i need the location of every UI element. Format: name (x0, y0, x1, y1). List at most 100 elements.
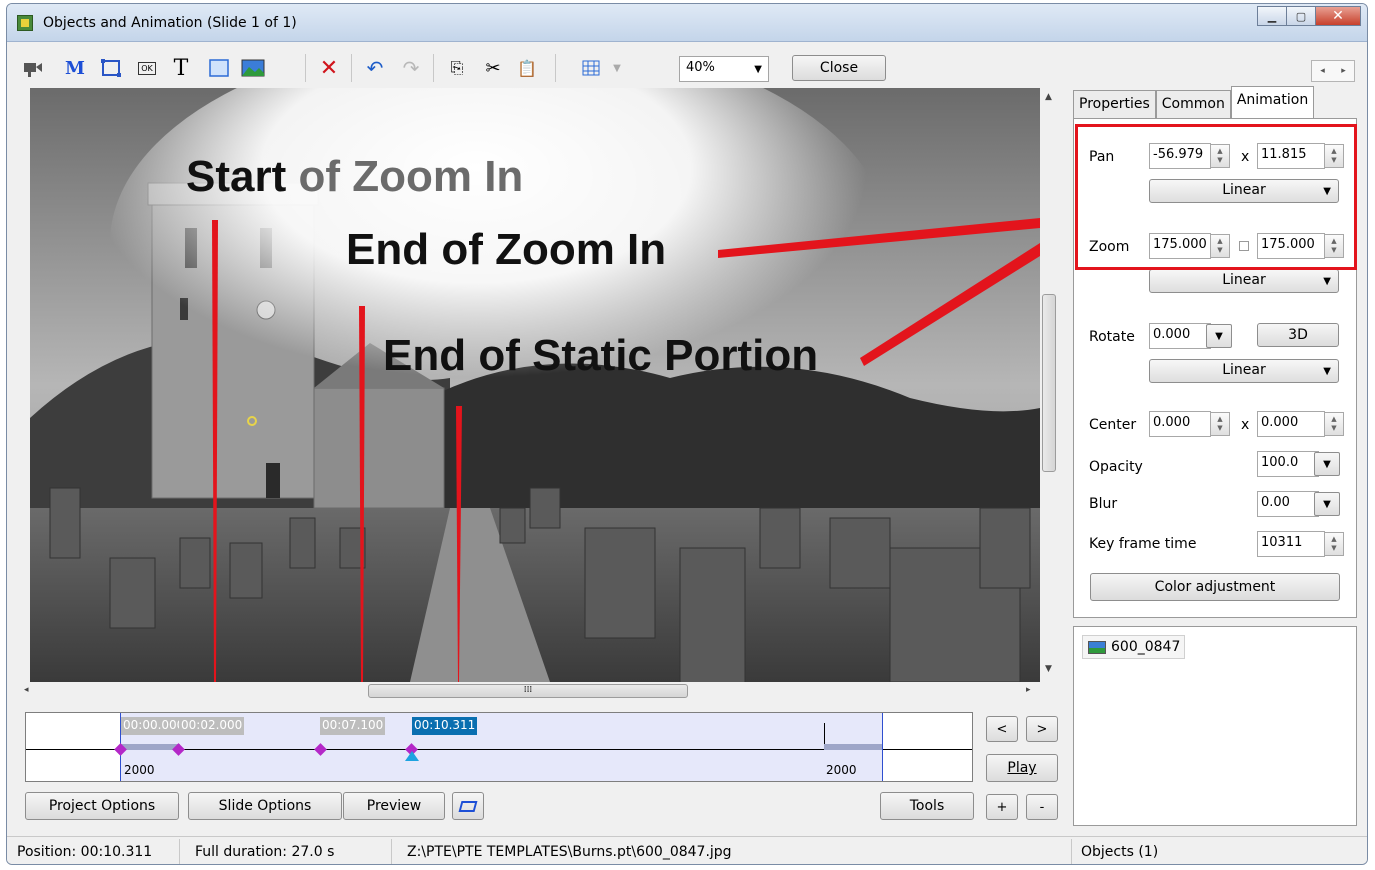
toolbar-separator (433, 54, 434, 82)
minimize-button[interactable]: ▁ (1257, 6, 1287, 26)
toolbar-separator (305, 54, 306, 82)
next-keyframe-button[interactable]: > (1026, 716, 1058, 742)
annotation-start-part1: Start (186, 152, 287, 201)
frame-icon[interactable] (99, 56, 123, 80)
status-bar: Position: 00:10.311 Full duration: 27.0 … (7, 836, 1367, 864)
opacity-input[interactable]: 100.0 (1257, 451, 1319, 477)
object-name: 600_0847 (1111, 639, 1181, 655)
opacity-dropdown[interactable]: ▼ (1314, 452, 1340, 476)
center-x-spinner[interactable]: ▲ ▼ (1210, 412, 1230, 436)
image-icon[interactable] (241, 56, 265, 80)
status-position: Position: 00:10.311 (17, 844, 153, 860)
toolbar-separator (555, 54, 556, 82)
slide-options-button[interactable]: Slide Options (188, 792, 342, 820)
tab-animation[interactable]: Animation (1230, 86, 1315, 118)
scroll-down-icon[interactable]: ▼ (1045, 664, 1052, 674)
vertical-scroll-thumb[interactable] (1042, 294, 1056, 472)
timeline-start-value: 2000 (124, 763, 155, 777)
keyframe-time-spinner[interactable]: ▲ ▼ (1324, 532, 1344, 556)
scroll-up-icon[interactable]: ▲ (1045, 92, 1052, 102)
undo-icon[interactable]: ↶ (363, 56, 387, 80)
blur-dropdown[interactable]: ▼ (1314, 492, 1340, 516)
center-x-input[interactable]: 0.000 (1149, 411, 1211, 437)
grid-dropdown-icon[interactable]: ▼ (605, 56, 629, 80)
panel-tabs: Properties Common Animation (1073, 86, 1315, 118)
zoom-interpolation-select[interactable]: Linear ▼ (1149, 269, 1339, 293)
tools-button[interactable]: Tools (880, 792, 974, 820)
status-objects-count: Objects (1) (1081, 844, 1159, 860)
zoom-select[interactable]: 40% ▼ (679, 56, 769, 82)
cut-icon[interactable]: ✂ (481, 56, 505, 80)
slide-canvas[interactable]: Start of Zoom In End of Zoom In End of S… (30, 88, 1040, 682)
keyframe-label[interactable]: 00:07.100 (320, 717, 386, 735)
timeline-end-tick (882, 713, 883, 781)
toolbar-separator (351, 54, 352, 82)
status-divider (391, 839, 392, 864)
add-keyframe-button[interactable]: + (986, 794, 1018, 820)
toolbar: M OK T ✕ ↶ ↷ ⎘ ✂ 📋 ▼ 40% ▼ Close ◂ ▸ (7, 42, 1367, 92)
close-button[interactable]: Close (792, 55, 886, 81)
tab-common[interactable]: Common (1155, 90, 1231, 118)
maximize-button[interactable]: ▢ (1286, 6, 1316, 26)
blur-input[interactable]: 0.00 (1257, 491, 1319, 517)
paste-icon: 📋 (517, 58, 537, 78)
scroll-left-icon[interactable]: ◂ (24, 685, 29, 695)
button-object-icon[interactable]: OK (135, 56, 159, 80)
annotation-end-static-portion: End of Static Portion (383, 331, 819, 380)
prev-keyframe-button[interactable]: < (986, 716, 1018, 742)
camera-icon[interactable] (21, 56, 45, 80)
opacity-label: Opacity (1089, 459, 1143, 475)
project-options-button[interactable]: Project Options (25, 792, 179, 820)
keyframe-time-label: Key frame time (1089, 536, 1197, 552)
rotate-input[interactable]: 0.000 (1149, 323, 1211, 349)
zoom-value: 40% (686, 60, 715, 75)
status-duration: Full duration: 27.0 s (195, 844, 335, 860)
scroll-right-icon[interactable]: ▸ (1026, 685, 1031, 695)
play-button[interactable]: Play (986, 754, 1058, 782)
center-y-input[interactable]: 0.000 (1257, 411, 1325, 437)
3d-button[interactable]: 3D (1257, 323, 1339, 347)
center-label: Center (1089, 417, 1137, 433)
remove-keyframe-button[interactable]: - (1026, 794, 1058, 820)
annotation-start-part2: of Zoom In (286, 152, 524, 201)
left-arrow-icon[interactable]: ◂ (1312, 61, 1333, 81)
mask-icon[interactable]: M (63, 56, 87, 80)
right-arrow-icon[interactable]: ▸ (1333, 61, 1354, 81)
ok-glyph: OK (138, 61, 156, 75)
vertical-scrollbar[interactable]: ▲ ▼ (1040, 88, 1058, 682)
keyframe-label-active[interactable]: 00:10.311 (412, 717, 478, 735)
window-title: Objects and Animation (Slide 1 of 1) (43, 15, 297, 31)
copy-icon[interactable]: ⎘ (445, 56, 469, 80)
keyframe-label[interactable]: 00:02.000 (179, 717, 245, 735)
panel-nav-arrows[interactable]: ◂ ▸ (1311, 60, 1355, 82)
rotate-interpolation-select[interactable]: Linear ▼ (1149, 359, 1339, 383)
rotate-dropdown[interactable]: ▼ (1206, 324, 1232, 348)
text-icon[interactable]: T (169, 56, 193, 81)
keyframe-timeline[interactable]: 00:00.000 00:02.000 00:07.100 00:10.311 … (25, 712, 973, 782)
grid-icon[interactable] (579, 56, 603, 80)
window-close-button[interactable]: ✕ (1315, 6, 1361, 26)
slide-photo (30, 88, 1040, 682)
annotation-highlight-box (1075, 124, 1357, 270)
delete-icon[interactable]: ✕ (317, 56, 341, 81)
center-x-separator: x (1241, 417, 1250, 433)
image-icon (1088, 641, 1106, 654)
title-bar: Objects and Animation (Slide 1 of 1) ▁ ▢… (7, 4, 1367, 42)
keyframe-label[interactable]: 00:00.000 (121, 717, 187, 735)
rectangle-icon[interactable] (207, 56, 231, 80)
chevron-down-icon: ▼ (1323, 366, 1331, 377)
fullscreen-preview-button[interactable] (452, 792, 484, 820)
list-item[interactable]: 600_0847 (1082, 635, 1186, 659)
preview-button[interactable]: Preview (343, 792, 445, 820)
horizontal-scroll-thumb[interactable]: ⁞⁞⁞ (368, 684, 688, 698)
blur-label: Blur (1089, 496, 1118, 512)
status-file-path: Z:\PTE\PTE TEMPLATES\Burns.pt\600_0847.j… (407, 844, 732, 860)
center-y-spinner[interactable]: ▲ ▼ (1324, 412, 1344, 436)
status-divider (179, 839, 180, 864)
redo-icon: ↷ (402, 56, 420, 80)
color-adjustment-button[interactable]: Color adjustment (1090, 573, 1340, 601)
playhead-icon[interactable] (405, 751, 419, 761)
horizontal-scrollbar[interactable]: ◂ ⁞⁞⁞ ▸ (20, 682, 1040, 700)
keyframe-time-input[interactable]: 10311 (1257, 531, 1325, 557)
tab-properties[interactable]: Properties (1073, 90, 1156, 118)
